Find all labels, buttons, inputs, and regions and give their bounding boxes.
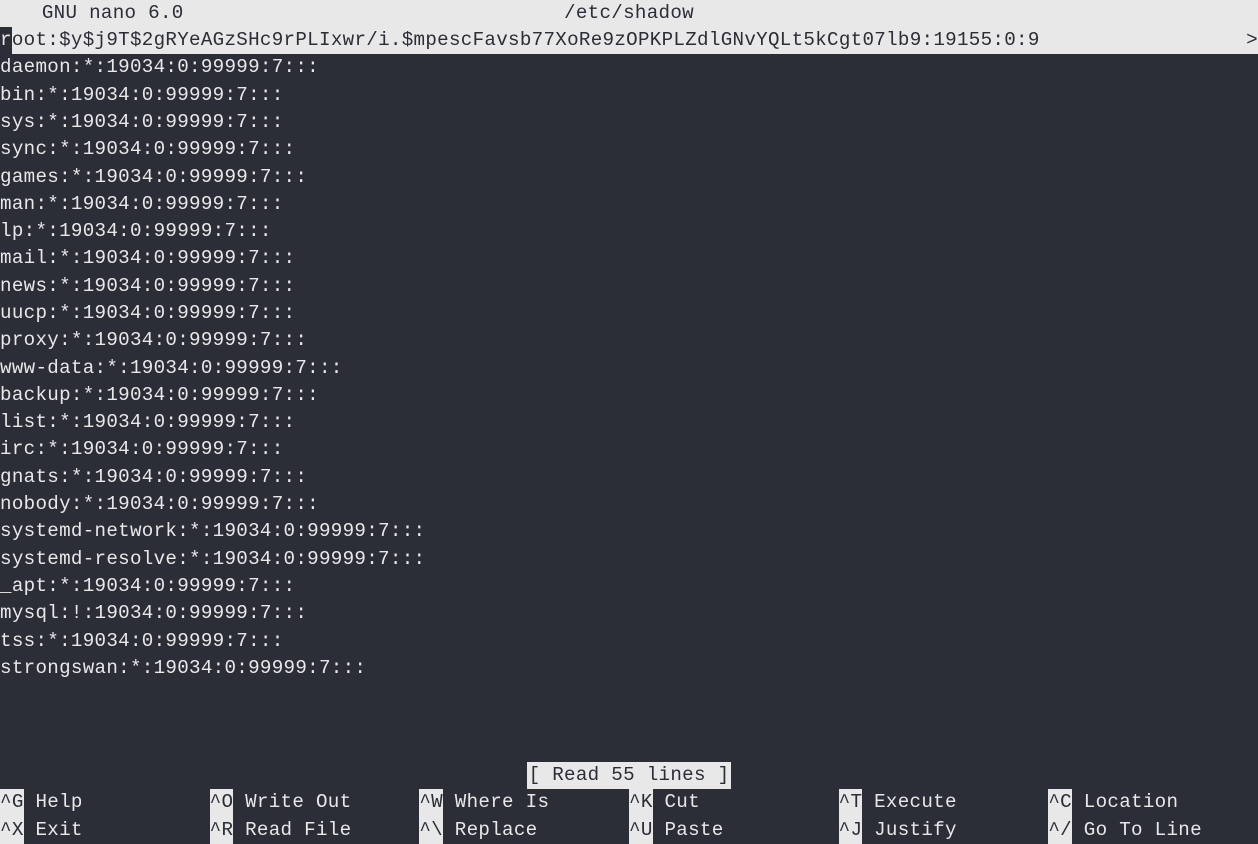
editor-line[interactable]: sync:*:19034:0:99999:7::: — [0, 136, 1258, 163]
editor-line[interactable]: irc:*:19034:0:99999:7::: — [0, 436, 1258, 463]
shortcut-key: ^C — [1048, 789, 1072, 816]
shortcut-label: Write Out — [233, 789, 351, 816]
editor-line[interactable]: backup:*:19034:0:99999:7::: — [0, 382, 1258, 409]
shortcut-key: ^T — [839, 789, 863, 816]
shortcut-item[interactable]: ^O Write Out — [210, 789, 420, 816]
shortcut-item[interactable]: ^U Paste — [629, 817, 839, 844]
file-name: /etc/shadow — [564, 0, 694, 27]
editor-line[interactable]: bin:*:19034:0:99999:7::: — [0, 82, 1258, 109]
cursor: r — [0, 27, 12, 54]
editor-line[interactable]: sys:*:19034:0:99999:7::: — [0, 109, 1258, 136]
shortcut-label: Go To Line — [1072, 817, 1202, 844]
line-continuation-icon: > — [1246, 27, 1258, 54]
editor-line[interactable]: _apt:*:19034:0:99999:7::: — [0, 573, 1258, 600]
editor-line[interactable]: list:*:19034:0:99999:7::: — [0, 409, 1258, 436]
shortcut-label: Cut — [653, 789, 700, 816]
status-text: [ Read 55 lines ] — [527, 762, 732, 789]
shortcut-key: ^\ — [419, 817, 443, 844]
editor-line[interactable]: daemon:*:19034:0:99999:7::: — [0, 54, 1258, 81]
editor-line[interactable]: www-data:*:19034:0:99999:7::: — [0, 355, 1258, 382]
shortcut-label: Location — [1072, 789, 1178, 816]
shortcut-item[interactable]: ^T Execute — [839, 789, 1049, 816]
editor-line[interactable]: uucp:*:19034:0:99999:7::: — [0, 300, 1258, 327]
shortcut-key: ^X — [0, 817, 24, 844]
shortcut-item[interactable]: ^J Justify — [839, 817, 1049, 844]
editor-line[interactable]: nobody:*:19034:0:99999:7::: — [0, 491, 1258, 518]
shortcut-key: ^R — [210, 817, 234, 844]
shortcut-item[interactable]: ^X Exit — [0, 817, 210, 844]
editor-line[interactable]: proxy:*:19034:0:99999:7::: — [0, 327, 1258, 354]
shortcut-key: ^K — [629, 789, 653, 816]
editor-line[interactable]: games:*:19034:0:99999:7::: — [0, 163, 1258, 190]
title-bar: GNU nano 6.0 /etc/shadow — [0, 0, 1258, 27]
shortcut-label: Paste — [653, 817, 724, 844]
editor-line[interactable]: mail:*:19034:0:99999:7::: — [0, 245, 1258, 272]
editor-line[interactable]: gnats:*:19034:0:99999:7::: — [0, 464, 1258, 491]
shortcut-label: Exit — [24, 817, 83, 844]
shortcut-item[interactable]: ^W Where Is — [419, 789, 629, 816]
shortcut-item[interactable]: ^R Read File — [210, 817, 420, 844]
shortcut-key: ^W — [419, 789, 443, 816]
editor-line[interactable]: systemd-network:*:19034:0:99999:7::: — [0, 518, 1258, 545]
status-bar: [ Read 55 lines ] — [0, 762, 1258, 789]
shortcut-key: ^O — [210, 789, 234, 816]
shortcut-key: ^/ — [1048, 817, 1072, 844]
shortcut-item[interactable]: ^G Help — [0, 789, 210, 816]
shortcut-key: ^U — [629, 817, 653, 844]
shortcut-label: Justify — [862, 817, 957, 844]
editor-line[interactable]: mysql:!:19034:0:99999:7::: — [0, 600, 1258, 627]
shortcut-label: Help — [24, 789, 83, 816]
editor-line[interactable]: systemd-resolve:*:19034:0:99999:7::: — [0, 546, 1258, 573]
editor-line[interactable]: strongswan:*:19034:0:99999:7::: — [0, 655, 1258, 682]
shortcut-item[interactable]: ^\ Replace — [419, 817, 629, 844]
shortcut-item[interactable]: ^/ Go To Line — [1048, 817, 1258, 844]
shortcut-label: Execute — [862, 789, 957, 816]
shortcut-key: ^J — [839, 817, 863, 844]
editor-line[interactable]: news:*:19034:0:99999:7::: — [0, 273, 1258, 300]
shortcut-label: Replace — [443, 817, 538, 844]
shortcut-label: Read File — [233, 817, 351, 844]
editor-line[interactable]: lp:*:19034:0:99999:7::: — [0, 218, 1258, 245]
shortcut-key: ^G — [0, 789, 24, 816]
editor-line[interactable]: tss:*:19034:0:99999:7::: — [0, 628, 1258, 655]
shortcut-label: Where Is — [443, 789, 549, 816]
shortcut-item[interactable]: ^C Location — [1048, 789, 1258, 816]
shortcut-bar: ^G Help^O Write Out^W Where Is^K Cut^T E… — [0, 789, 1258, 844]
editor-area[interactable]: root:$y$j9T$2gRYeAGzSHc9rPLIxwr/i.$mpesc… — [0, 27, 1258, 682]
editor-line-highlighted[interactable]: root:$y$j9T$2gRYeAGzSHc9rPLIxwr/i.$mpesc… — [0, 27, 1258, 54]
shortcut-item[interactable]: ^K Cut — [629, 789, 839, 816]
app-name: GNU nano 6.0 — [30, 0, 184, 27]
editor-line[interactable]: man:*:19034:0:99999:7::: — [0, 191, 1258, 218]
line-content: oot:$y$j9T$2gRYeAGzSHc9rPLIxwr/i.$mpescF… — [12, 27, 1040, 54]
